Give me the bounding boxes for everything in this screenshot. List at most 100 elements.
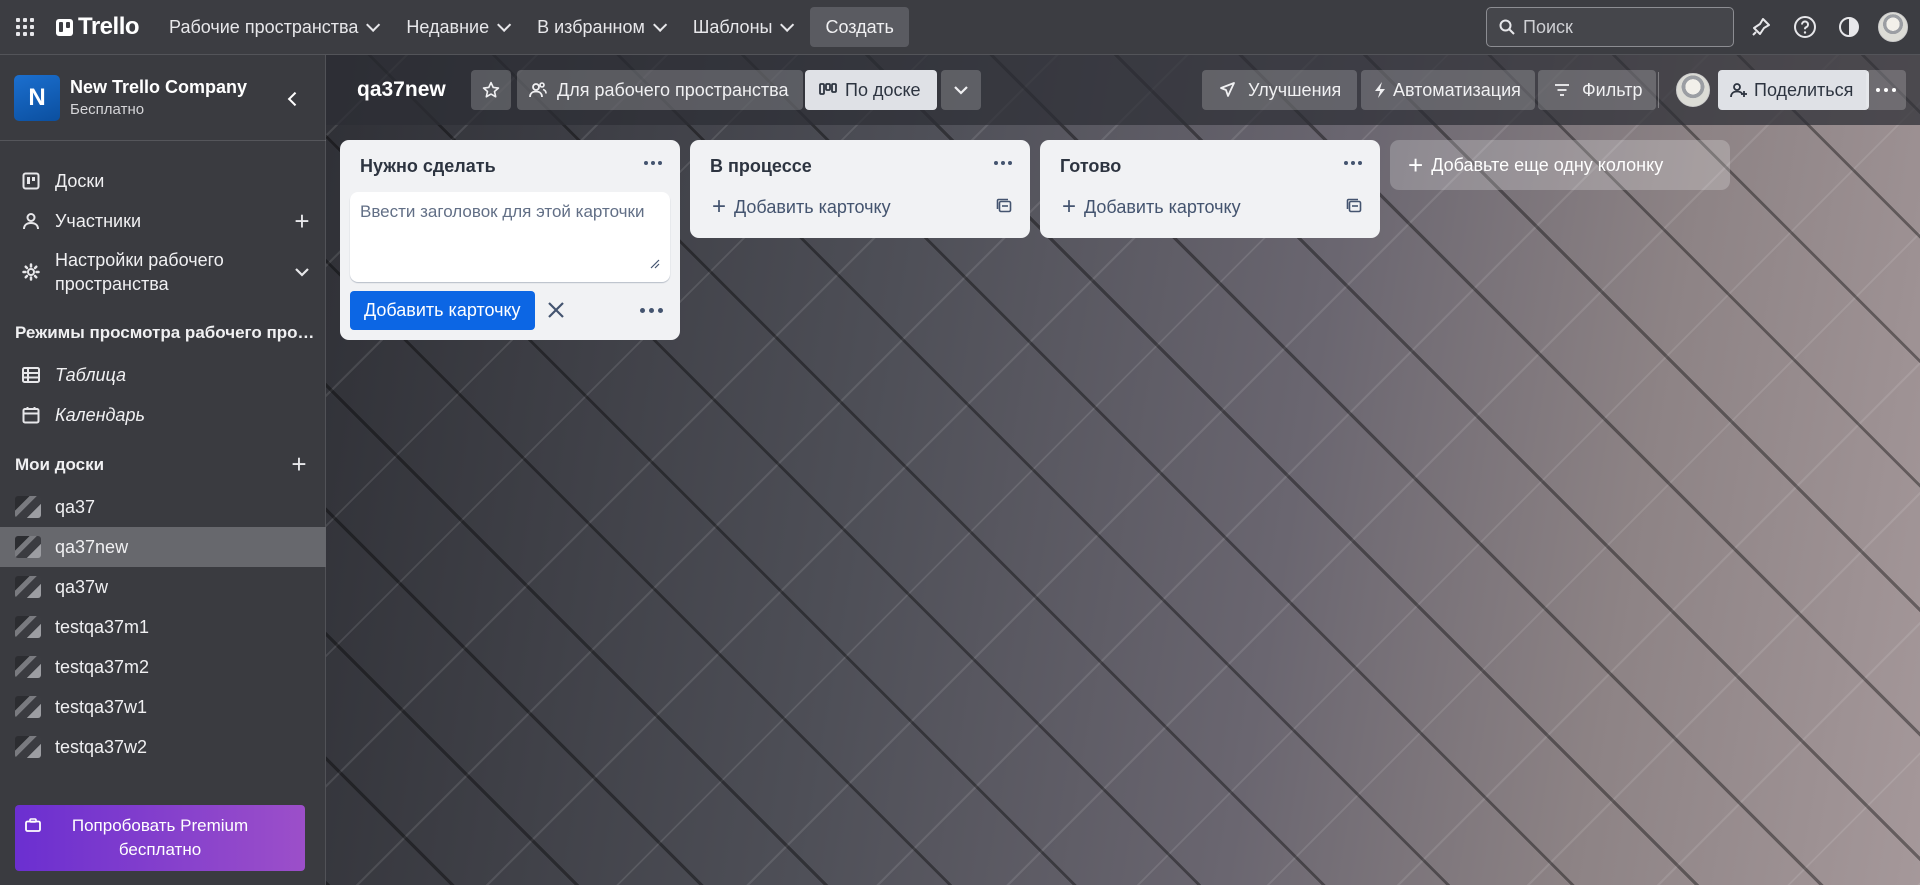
star-board-button[interactable] (471, 70, 511, 110)
templates-menu-label: Шаблоны (692, 16, 773, 37)
add-list-button[interactable]: + Добавьте еще одну колонку (1390, 140, 1730, 190)
add-card-link[interactable]: + Добавить карточку (698, 190, 1022, 224)
settings-label-line1: Настройки рабочего (55, 250, 224, 270)
premium-label-line2: бесплатно (118, 840, 202, 859)
star-icon (482, 81, 500, 98)
sidebar-item-table[interactable]: Таблица (0, 355, 326, 395)
sidebar-item-label: Календарь (55, 404, 145, 425)
sidebar-item-label: Участники (55, 210, 141, 231)
gear-icon (21, 262, 41, 282)
views-dropdown-button[interactable] (941, 70, 981, 110)
workspaces-menu[interactable]: Рабочие пространства (157, 7, 388, 47)
help-icon[interactable] (1790, 12, 1820, 42)
trello-logo[interactable]: Trello (52, 11, 143, 43)
add-card-label: Добавить карточку (1084, 196, 1241, 217)
board-item-label: testqa37m2 (55, 656, 150, 677)
add-member-icon[interactable]: + (290, 206, 314, 236)
list-menu-icon[interactable] (990, 152, 1016, 174)
add-list-label: Добавьте еще одну колонку (1431, 154, 1664, 175)
board-item-label: qa37 (55, 496, 96, 517)
search-placeholder: Поиск (1523, 16, 1573, 37)
trello-logo-text: Trello (78, 13, 140, 40)
sidebar-item-boards[interactable]: Доски (0, 161, 326, 201)
board-item-label: testqa37w1 (55, 696, 148, 717)
list-title[interactable]: Нужно сделать (360, 156, 496, 177)
share-button[interactable]: Поделиться (1718, 70, 1870, 110)
visibility-button[interactable]: Для рабочего пространства (517, 70, 803, 110)
app-switcher-icon[interactable] (8, 10, 42, 44)
premium-label: Попробовать Premium бесплатно (72, 814, 248, 862)
board-thumbnail (15, 496, 41, 518)
try-premium-button[interactable]: Попробовать Premium бесплатно (15, 805, 305, 871)
add-board-icon[interactable]: + (287, 449, 311, 479)
theme-toggle-icon[interactable] (1834, 12, 1864, 42)
resize-handle-icon[interactable] (650, 254, 660, 274)
sidebar-board-item[interactable]: qa37 (0, 487, 326, 527)
create-button[interactable]: Создать (810, 7, 909, 47)
sidebar-board-item[interactable]: testqa37m2 (0, 647, 326, 687)
trello-logo-icon (56, 18, 73, 36)
board-member-avatar[interactable] (1676, 73, 1710, 107)
add-board-row: + (0, 449, 326, 479)
board-item-label: qa37new (55, 536, 129, 557)
automation-label: Автоматизация (1393, 79, 1521, 100)
board-thumbnail (15, 536, 41, 558)
close-icon[interactable] (542, 296, 570, 324)
sidebar-board-item[interactable]: qa37w (0, 567, 326, 607)
sidebar: N New Trello Company Бесплатно Доски Уча… (0, 55, 326, 885)
sidebar-board-item-active[interactable]: qa37new (0, 527, 326, 567)
board-view-icon (819, 83, 837, 95)
card-title-input[interactable]: Ввести заголовок для этой карточки (350, 192, 670, 282)
workspace-views-title: Режимы просмотра рабочего пространства (15, 323, 320, 342)
list-menu-icon[interactable] (1340, 152, 1366, 174)
sidebar-board-item[interactable]: testqa37m1 (0, 607, 326, 647)
workspace-logo: N (14, 75, 60, 121)
list-in-progress: В процессе + Добавить карточку (690, 140, 1030, 238)
filter-label: Фильтр (1582, 79, 1643, 100)
visibility-label: Для рабочего пространства (557, 79, 789, 100)
sidebar-item-members[interactable]: Участники + (0, 201, 326, 241)
table-icon (21, 365, 41, 385)
recent-menu[interactable]: Недавние (394, 7, 519, 47)
card-template-icon[interactable] (1346, 198, 1362, 219)
sidebar-board-item[interactable]: testqa37w2 (0, 727, 326, 767)
filter-button[interactable]: Фильтр (1538, 70, 1657, 110)
list-title[interactable]: В процессе (710, 156, 812, 177)
composer-more-icon[interactable] (636, 300, 666, 320)
workspace-name[interactable]: New Trello Company (70, 77, 247, 98)
view-switcher-button[interactable]: По доске (805, 70, 937, 110)
briefcase-icon (25, 815, 41, 839)
settings-label-line2: пространства (55, 274, 169, 294)
board-title[interactable]: qa37new (357, 78, 446, 102)
starred-menu[interactable]: В избранном (525, 7, 675, 47)
search-input[interactable]: Поиск (1486, 7, 1734, 47)
workspace-visibility-icon (529, 82, 547, 98)
add-card-link[interactable]: + Добавить карточку (1048, 190, 1372, 224)
card-title-placeholder: Ввести заголовок для этой карточки (360, 202, 645, 221)
sidebar-board-item[interactable]: testqa37w1 (0, 687, 326, 727)
plus-icon: + (1408, 149, 1424, 180)
more-icon (1876, 88, 1896, 92)
workspace-plan: Бесплатно (70, 101, 145, 118)
collapse-sidebar-button[interactable] (276, 83, 308, 115)
user-avatar[interactable] (1878, 12, 1908, 42)
sidebar-item-settings[interactable]: Настройки рабочего пространства (0, 245, 326, 299)
templates-menu[interactable]: Шаблоны (681, 7, 803, 47)
sidebar-item-label: Таблица (55, 364, 127, 385)
powerups-button[interactable]: Улучшения (1202, 70, 1358, 110)
automation-button[interactable]: Автоматизация (1361, 70, 1535, 110)
filter-icon (1555, 84, 1569, 96)
board-item-label: testqa37m1 (55, 616, 150, 637)
list-title[interactable]: Готово (1060, 156, 1121, 177)
chevron-left-icon (287, 91, 302, 107)
card-template-icon[interactable] (996, 198, 1012, 219)
board-thumbnail (15, 656, 41, 678)
rocket-icon (1220, 82, 1235, 97)
sidebar-item-calendar[interactable]: Календарь (0, 395, 326, 435)
board-menu-button[interactable] (1866, 70, 1906, 110)
view-label: По доске (845, 79, 921, 100)
notifications-icon[interactable] (1746, 12, 1776, 42)
list-menu-icon[interactable] (640, 152, 666, 174)
chevron-down-icon (366, 17, 381, 32)
add-card-button[interactable]: Добавить карточку (350, 291, 535, 330)
